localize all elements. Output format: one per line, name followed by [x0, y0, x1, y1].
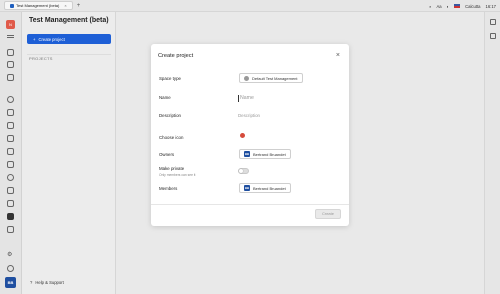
owners-label: Owners	[159, 152, 175, 157]
contrast-icon[interactable]: ◐	[447, 4, 450, 9]
system-tray: ⌕ Aa ◐ Calcutta 16:17	[429, 0, 496, 12]
close-icon[interactable]: ×	[336, 52, 340, 59]
sidebar: Test Management (beta) + Create project …	[22, 12, 116, 294]
documents-icon[interactable]	[7, 148, 14, 155]
new-tab-button[interactable]: +	[77, 3, 81, 9]
space-type-selector[interactable]: Default Test Management	[239, 73, 303, 83]
contacts-icon[interactable]	[7, 96, 14, 103]
flag-icon	[454, 4, 461, 8]
help-support-link[interactable]: ? Help & Support	[30, 280, 64, 285]
name-placeholder: Name	[240, 95, 254, 101]
browser-top-bar: Test Management (beta) × + ⌕ Aa ◐ Calcut…	[0, 0, 500, 12]
tracker-icon[interactable]	[7, 174, 14, 181]
language-indicator[interactable]: Aa	[436, 4, 441, 9]
description-label: Description	[159, 113, 181, 118]
member-avatar: BB	[244, 185, 250, 191]
right-rail	[484, 12, 500, 294]
owner-name: Bertrand Bruandet	[253, 151, 286, 157]
projects-heading: PROJECTS	[29, 56, 53, 61]
user-avatar[interactable]: BB	[5, 277, 16, 288]
owner-avatar: BB	[244, 151, 250, 157]
dialog-title: Create project	[158, 53, 194, 59]
space-type-icon	[244, 75, 249, 81]
create-project-label: Create project	[38, 36, 65, 42]
chart-icon[interactable]	[7, 74, 14, 81]
tab-close-icon[interactable]: ×	[64, 3, 66, 8]
people-icon[interactable]	[7, 135, 14, 142]
settings-icon[interactable]: ⚙	[7, 252, 14, 259]
tab-label: Test Management (beta)	[16, 3, 60, 8]
files-icon[interactable]	[7, 161, 14, 168]
search-icon[interactable]: ⌕	[429, 4, 431, 9]
menu-icon[interactable]	[7, 34, 14, 41]
clock-label: 16:17	[485, 3, 496, 9]
workspace-avatar[interactable]: N	[6, 20, 15, 29]
drive-icon[interactable]	[7, 200, 14, 207]
divider	[27, 54, 111, 55]
make-private-hint: Only members can see it	[159, 173, 196, 177]
make-private-label: Make private	[159, 166, 185, 171]
create-button[interactable]: Create	[315, 209, 341, 219]
dialog-footer-divider	[151, 204, 349, 205]
app-rail: N ⚙ BB	[0, 12, 22, 294]
calendar-icon[interactable]	[7, 61, 14, 68]
make-private-toggle[interactable]	[238, 168, 249, 174]
help-icon: ?	[30, 280, 33, 285]
inbox-icon[interactable]	[7, 187, 14, 194]
bell-icon[interactable]	[7, 49, 14, 56]
owners-selector[interactable]: BB Bertrand Bruandet	[239, 149, 291, 159]
edit-icon[interactable]	[7, 226, 14, 233]
icon-picker[interactable]	[240, 133, 245, 138]
location-label: Calcutta	[465, 3, 481, 9]
space-type-label: Space type	[159, 76, 181, 81]
help-icon[interactable]	[7, 265, 14, 272]
name-label: Name	[159, 95, 171, 100]
text-caret	[238, 94, 239, 102]
create-project-dialog: Create project × Space type Default Test…	[151, 44, 349, 226]
description-input[interactable]: Description	[238, 113, 260, 118]
member-name: Bertrand Bruandet	[253, 185, 286, 191]
test-management-icon[interactable]	[7, 213, 14, 220]
chat-icon[interactable]	[7, 109, 14, 116]
calendar-panel-icon[interactable]	[490, 19, 496, 25]
members-selector[interactable]: BB Bertrand Bruandet	[239, 183, 291, 193]
members-label: Members	[159, 186, 178, 191]
toggle-knob	[239, 169, 243, 173]
tasks-icon[interactable]	[7, 122, 14, 129]
help-support-label: Help & Support	[35, 280, 64, 285]
notes-panel-icon[interactable]	[490, 33, 496, 39]
page-title: Test Management (beta)	[29, 17, 109, 24]
space-type-value: Default Test Management	[252, 75, 298, 81]
browser-tab[interactable]: Test Management (beta) ×	[4, 1, 73, 10]
tab-favicon-icon	[10, 3, 14, 8]
choose-icon-label: Choose icon	[159, 135, 184, 140]
plus-icon: +	[33, 36, 36, 42]
name-input[interactable]: Name	[238, 93, 338, 103]
create-project-button[interactable]: + Create project	[27, 34, 111, 44]
